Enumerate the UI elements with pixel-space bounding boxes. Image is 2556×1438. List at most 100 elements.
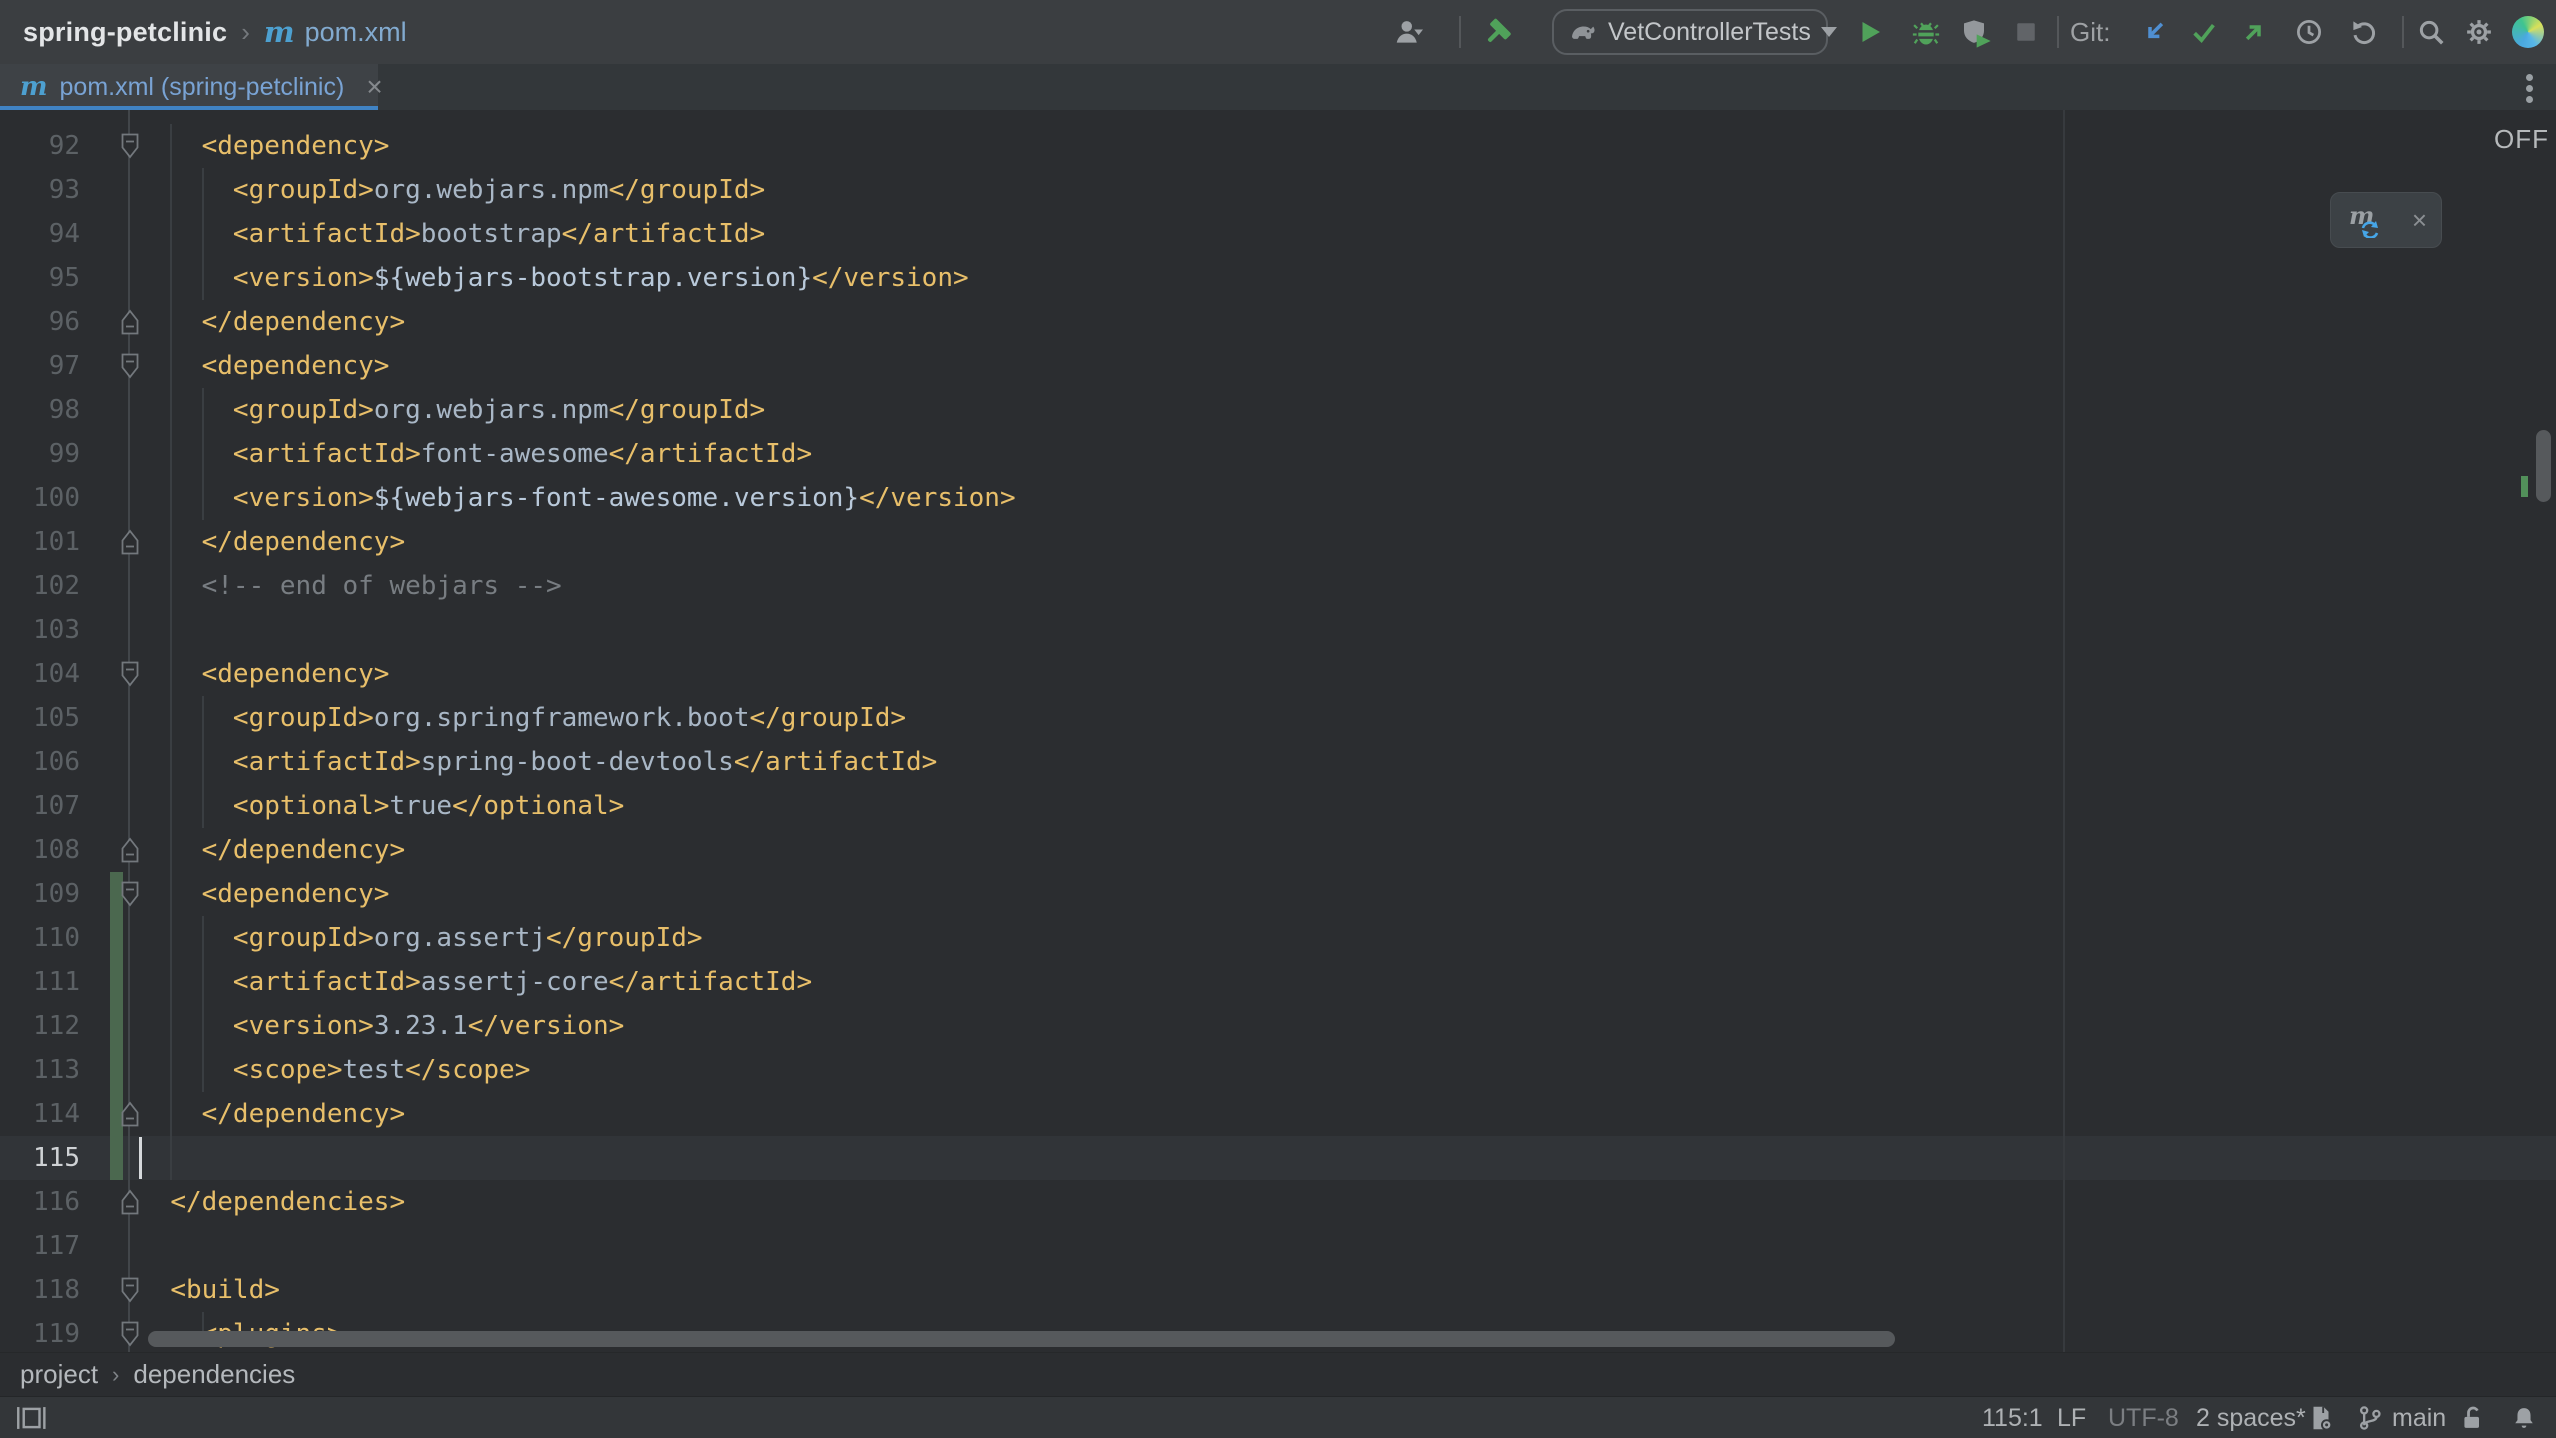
line-ending[interactable]: LF	[2057, 1397, 2086, 1438]
toolbar-separator	[2057, 16, 2059, 48]
line-number: 109	[0, 872, 80, 916]
git-update-icon[interactable]	[2140, 17, 2170, 47]
line-number: 119	[0, 1312, 80, 1352]
title-bar: spring-petclinic › m pom.xml VetControll…	[0, 0, 2556, 64]
code-line-105: <groupId>org.springframework.boot</group…	[139, 696, 906, 740]
fold-start-icon[interactable]	[119, 133, 141, 159]
line-number: 110	[0, 916, 80, 960]
editor-tab-bar: m pom.xml (spring-petclinic) ×	[0, 64, 2556, 110]
notifications-icon[interactable]	[2510, 1397, 2538, 1438]
line-number: 98	[0, 388, 80, 432]
code-line-118: <build>	[139, 1268, 280, 1312]
history-icon[interactable]	[2294, 17, 2324, 47]
maven-reload-widget[interactable]: m ×	[2330, 192, 2442, 248]
avatar[interactable]	[2512, 16, 2544, 48]
line-number: 102	[0, 564, 80, 608]
code-line-99: <artifactId>font-awesome</artifactId>	[139, 432, 812, 476]
toolbar-separator	[1459, 16, 1461, 48]
git-branch-name[interactable]: main	[2392, 1397, 2446, 1438]
line-number: 112	[0, 1004, 80, 1048]
breadcrumb-item-project[interactable]: project	[20, 1359, 98, 1390]
git-push-icon[interactable]	[2239, 17, 2269, 47]
off-indicator: OFF	[2494, 124, 2549, 155]
code-line-98: <groupId>org.webjars.npm</groupId>	[139, 388, 765, 432]
user-icon[interactable]	[1393, 17, 1423, 47]
code-line-92: <dependency>	[139, 124, 389, 168]
caret-row-highlight	[0, 1136, 2556, 1180]
editor-area[interactable]: 9293949596979899100101102103104105106107…	[0, 110, 2556, 1352]
line-number: 118	[0, 1268, 80, 1312]
caret-position[interactable]: 115:1	[1982, 1397, 2043, 1438]
settings-icon[interactable]	[2464, 17, 2494, 47]
run-icon[interactable]	[1855, 17, 1885, 47]
line-number: 101	[0, 520, 80, 564]
line-number: 115	[0, 1136, 80, 1180]
title-breadcrumb: spring-petclinic › m pom.xml	[23, 0, 407, 64]
close-icon[interactable]: ×	[2412, 207, 2427, 233]
line-number: 105	[0, 696, 80, 740]
fold-start-icon[interactable]	[119, 353, 141, 379]
line-number: 114	[0, 1092, 80, 1136]
run-configuration-selector[interactable]: VetControllerTests	[1552, 9, 1828, 55]
line-number: 93	[0, 168, 80, 212]
search-icon[interactable]	[2416, 17, 2446, 47]
code-line-95: <version>${webjars-bootstrap.version}</v…	[139, 256, 969, 300]
fold-end-icon[interactable]	[119, 1101, 141, 1127]
breadcrumb-item-dependencies[interactable]: dependencies	[133, 1359, 295, 1390]
indent-style[interactable]: 2 spaces*	[2196, 1397, 2306, 1438]
code-line-94: <artifactId>bootstrap</artifactId>	[139, 212, 765, 256]
title-file-name[interactable]: pom.xml	[305, 17, 407, 48]
fold-end-icon[interactable]	[119, 529, 141, 555]
debug-icon[interactable]	[1911, 17, 1941, 47]
fold-end-icon[interactable]	[119, 837, 141, 863]
tool-windows-icon[interactable]	[14, 1397, 48, 1438]
fold-end-icon[interactable]	[119, 309, 141, 335]
caret	[139, 1137, 142, 1179]
line-number: 92	[0, 124, 80, 168]
maven-icon: m	[264, 18, 295, 47]
rollback-icon[interactable]	[2349, 17, 2379, 47]
fold-start-icon[interactable]	[119, 661, 141, 687]
chevron-down-icon	[1821, 27, 1837, 37]
tab-pom-xml[interactable]: m pom.xml (spring-petclinic) ×	[0, 64, 378, 110]
code-line-114: </dependency>	[139, 1092, 405, 1136]
lock-open-icon[interactable]	[2458, 1397, 2486, 1438]
git-branch-icon[interactable]	[2356, 1397, 2384, 1438]
code-line-97: <dependency>	[139, 344, 389, 388]
coverage-icon[interactable]	[1960, 17, 1990, 47]
vertical-scrollbar[interactable]	[2536, 430, 2551, 502]
fold-start-icon[interactable]	[119, 881, 141, 907]
line-number: 103	[0, 608, 80, 652]
encoding[interactable]: UTF-8	[2108, 1397, 2179, 1438]
build-hammer-icon[interactable]	[1485, 17, 1515, 47]
status-bar: 115:1 LF UTF-8 2 spaces* main	[0, 1396, 2556, 1438]
line-number: 116	[0, 1180, 80, 1224]
git-commit-icon[interactable]	[2189, 17, 2219, 47]
code-line-110: <groupId>org.assertj</groupId>	[139, 916, 703, 960]
chevron-right-icon: ›	[237, 17, 254, 48]
fold-start-icon[interactable]	[119, 1321, 141, 1347]
toolbar-separator	[2402, 16, 2404, 48]
code-line-109: <dependency>	[139, 872, 389, 916]
breadcrumb-separator: ›	[112, 1362, 119, 1388]
line-number: 117	[0, 1224, 80, 1268]
code-line-106: <artifactId>spring-boot-devtools</artifa…	[139, 740, 937, 784]
stop-icon[interactable]	[2011, 17, 2041, 47]
line-number: 100	[0, 476, 80, 520]
hard-wrap-guide	[2063, 110, 2065, 1352]
fold-start-icon[interactable]	[119, 1277, 141, 1303]
svg-text:m: m	[2349, 202, 2374, 230]
maven-refresh-icon[interactable]: m	[2345, 202, 2385, 238]
line-number: 94	[0, 212, 80, 256]
indent-settings-icon[interactable]	[2306, 1397, 2336, 1438]
gradle-icon	[1566, 16, 1598, 48]
kebab-menu-icon[interactable]	[2520, 72, 2538, 104]
line-number: 113	[0, 1048, 80, 1092]
maven-icon: m	[20, 74, 48, 100]
fold-end-icon[interactable]	[119, 1189, 141, 1215]
line-number: 97	[0, 344, 80, 388]
horizontal-scrollbar[interactable]	[148, 1331, 1895, 1347]
line-number: 95	[0, 256, 80, 300]
code-line-111: <artifactId>assertj-core</artifactId>	[139, 960, 812, 1004]
close-icon[interactable]: ×	[366, 73, 382, 101]
